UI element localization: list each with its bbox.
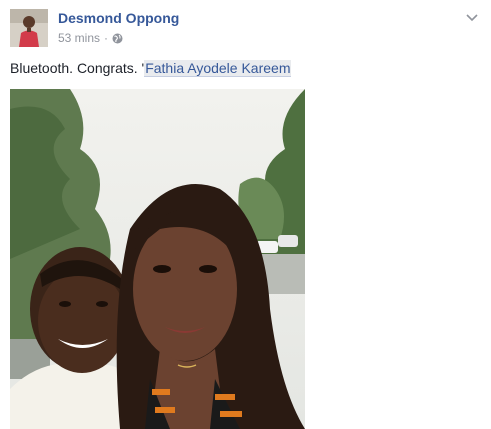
avatar-image: [10, 9, 48, 47]
author-avatar[interactable]: [10, 9, 48, 47]
post-timestamp[interactable]: 53 mins: [58, 31, 100, 45]
feed-post: Desmond Oppong 53 mins · Bluetooth. Cong…: [0, 0, 491, 429]
post-photo[interactable]: [10, 89, 305, 429]
tagged-user-link[interactable]: Fathia Ayodele Kareem: [144, 60, 292, 77]
post-text-body: Bluetooth. Congrats. ': [10, 60, 145, 76]
post-text: Bluetooth. Congrats. 'Fathia Ayodele Kar…: [10, 60, 292, 77]
post-meta: 53 mins ·: [58, 31, 123, 45]
meta-separator: ·: [104, 31, 109, 45]
globe-icon[interactable]: [112, 33, 123, 44]
selfie-photo-image: [10, 89, 305, 429]
chevron-down-icon[interactable]: [465, 10, 479, 22]
author-name-link[interactable]: Desmond Oppong: [58, 10, 179, 26]
